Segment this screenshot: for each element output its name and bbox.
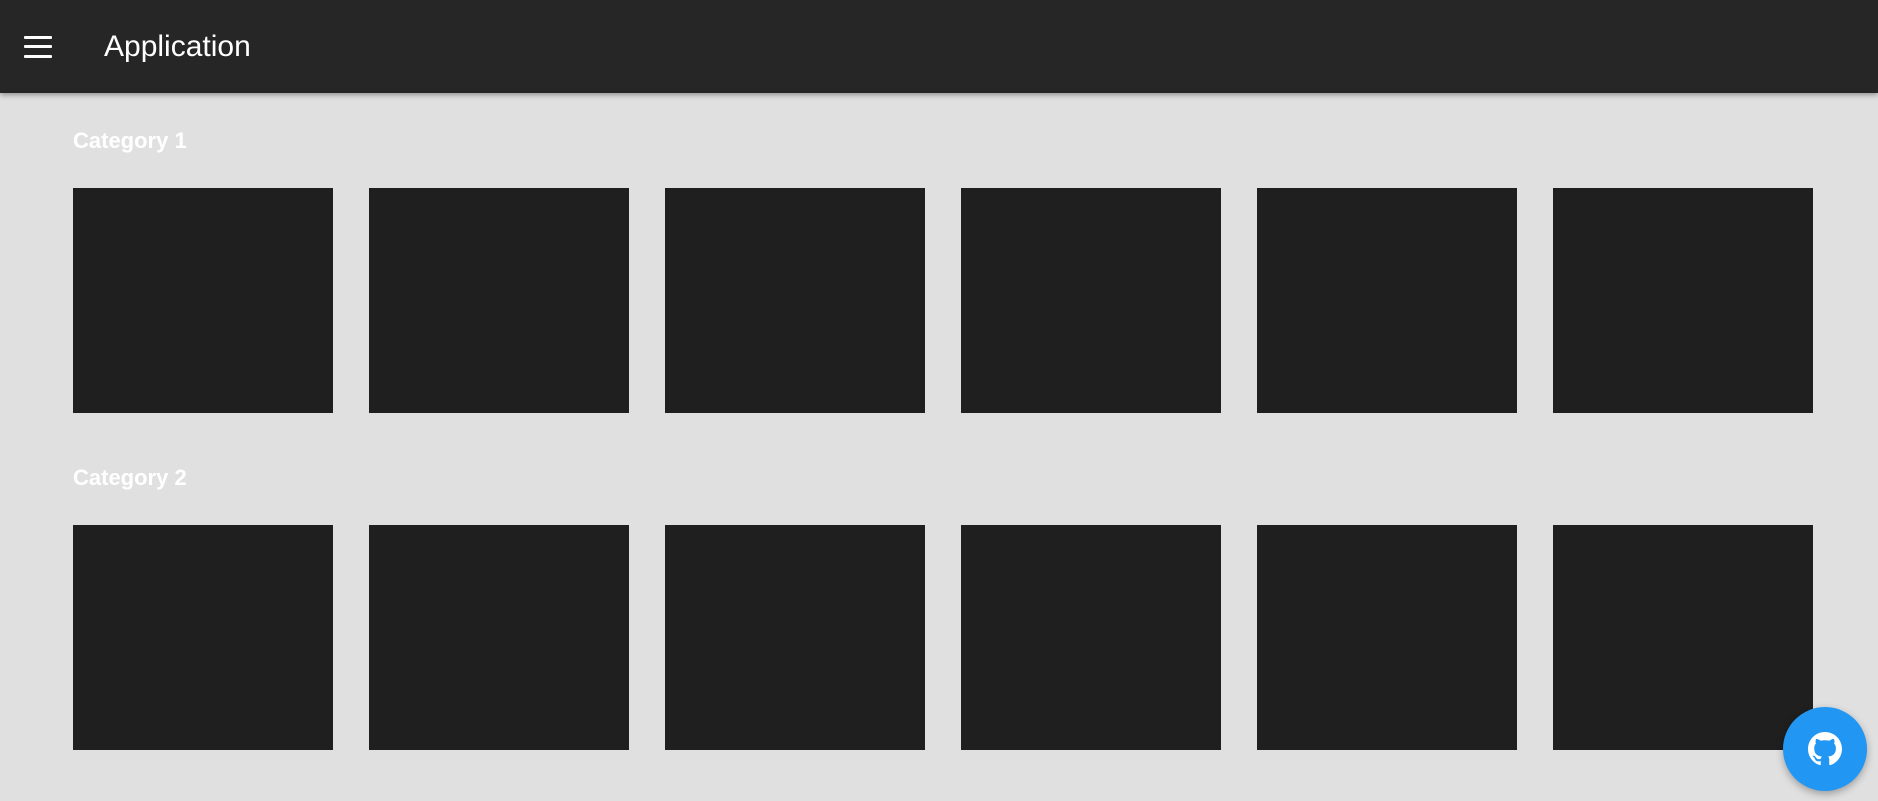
category-title: Category 1 (73, 128, 187, 153)
category-tile[interactable] (73, 525, 333, 750)
category-tile[interactable] (369, 188, 629, 413)
github-button[interactable] (1783, 707, 1867, 791)
app-title: Application (104, 29, 251, 63)
category-tile[interactable] (1553, 525, 1813, 750)
category-tile[interactable] (665, 525, 925, 750)
category-tile[interactable] (961, 525, 1221, 750)
main-content: Category 1 Category 2 (73, 93, 1813, 750)
category-tile[interactable] (1553, 188, 1813, 413)
category-title: Category 2 (73, 465, 187, 490)
category-section: Category 2 (73, 463, 1813, 750)
menu-icon[interactable] (24, 35, 52, 58)
github-icon (1808, 732, 1842, 766)
category-tile[interactable] (961, 188, 1221, 413)
tile-row (73, 525, 1813, 750)
app-bar: Application (0, 0, 1878, 93)
category-section: Category 1 (73, 126, 1813, 413)
category-tile[interactable] (1257, 525, 1517, 750)
category-tile[interactable] (1257, 188, 1517, 413)
category-tile[interactable] (73, 188, 333, 413)
tile-row (73, 188, 1813, 413)
category-tile[interactable] (369, 525, 629, 750)
category-tile[interactable] (665, 188, 925, 413)
